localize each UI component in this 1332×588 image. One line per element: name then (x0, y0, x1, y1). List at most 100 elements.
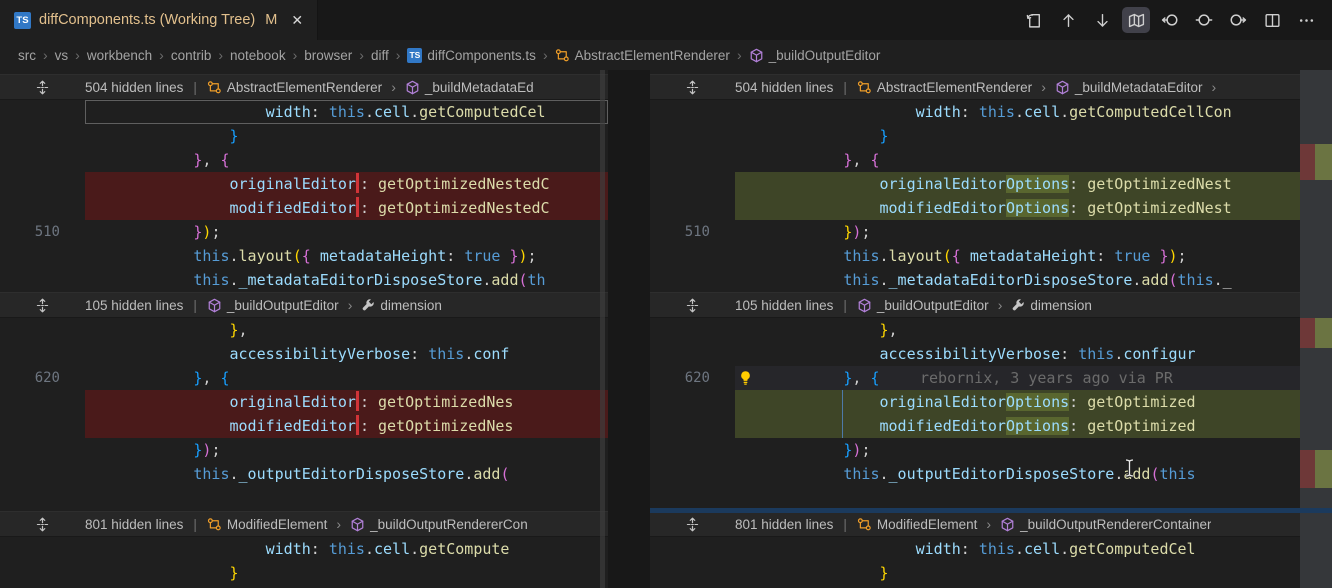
code-line[interactable]: }, { (650, 148, 1300, 172)
code-content[interactable]: accessibilityVerbose: this.configur (735, 342, 1300, 366)
code-line[interactable]: accessibilityVerbose: this.conf (0, 342, 608, 366)
code-line[interactable]: }); (0, 438, 608, 462)
symbol-path-item[interactable]: AbstractElementRenderer (857, 80, 1032, 95)
code-content[interactable]: }, { (735, 148, 1300, 172)
symbol-path-item[interactable]: ModifiedElement (207, 517, 328, 532)
symbol-path-item[interactable]: dimension (361, 298, 442, 313)
unfold-gutter[interactable] (650, 298, 735, 313)
hidden-lines-row[interactable]: 504 hidden lines|AbstractElementRenderer… (0, 74, 608, 100)
code-line[interactable]: this._metadataEditorDisposeStore.add(th (0, 268, 608, 292)
code-content[interactable]: this._metadataEditorDisposeStore.add(thi… (735, 268, 1300, 292)
code-content[interactable]: this.layout({ metadataHeight: true }); (85, 244, 608, 268)
unfold-gutter[interactable] (650, 80, 735, 95)
split-editor-button[interactable] (1258, 7, 1286, 33)
code-line[interactable]: } (0, 561, 608, 585)
hidden-lines-row[interactable]: 801 hidden lines|ModifiedElement›_buildO… (0, 511, 608, 537)
code-line[interactable]: modifiedEditorOptions: getOptimized (650, 414, 1300, 438)
unfold-gutter[interactable] (650, 517, 735, 532)
symbol-path-item[interactable]: AbstractElementRenderer (207, 80, 382, 95)
unfold-gutter[interactable] (0, 517, 85, 532)
hidden-lines-row[interactable]: 504 hidden lines|AbstractElementRenderer… (650, 74, 1300, 100)
code-line[interactable]: this.layout({ metadataHeight: true }); (0, 244, 608, 268)
code-line[interactable]: width: this.cell.getCompute (0, 537, 608, 561)
code-content[interactable]: this._outputEditorDisposeStore.add(this (735, 462, 1300, 486)
code-line[interactable]: 510 }); (650, 220, 1300, 244)
code-content[interactable]: this.layout({ metadataHeight: true }); (735, 244, 1300, 268)
close-icon[interactable]: ✕ (291, 12, 303, 29)
collapse-unchanged-regions-button[interactable] (1122, 7, 1150, 33)
arrow-circle-left-button[interactable] (1156, 7, 1184, 33)
code-content[interactable]: this._outputEditorDisposeStore.add( (85, 462, 608, 486)
code-line[interactable]: }, (0, 318, 608, 342)
symbol-path-item[interactable]: ModifiedElement (857, 517, 978, 532)
code-content[interactable]: }, {rebornix, 3 years ago via PR (735, 366, 1300, 390)
code-content[interactable]: modifiedEditor: getOptimizedNes (85, 414, 608, 438)
code-content[interactable]: }, (735, 318, 1300, 342)
code-content[interactable]: width: this.cell.getCompute (85, 537, 608, 561)
code-line[interactable]: } (650, 561, 1300, 585)
code-content[interactable]: }, { (85, 366, 608, 390)
code-line[interactable]: originalEditor: getOptimizedNestedC (0, 172, 608, 196)
unfold-gutter[interactable] (0, 298, 85, 313)
code-content[interactable]: accessibilityVerbose: this.conf (85, 342, 608, 366)
code-line[interactable]: 510 }); (0, 220, 608, 244)
code-line[interactable]: originalEditor: getOptimizedNes (0, 390, 608, 414)
symbol-path-item[interactable]: dimension (1011, 298, 1092, 313)
symbol-path-item[interactable]: _buildOutputRendererCon (350, 517, 528, 532)
code-content[interactable]: }, { (85, 148, 608, 172)
hidden-lines-row[interactable]: 801 hidden lines|ModifiedElement›_buildO… (650, 511, 1300, 537)
code-line[interactable]: accessibilityVerbose: this.configur (650, 342, 1300, 366)
code-line[interactable]: } (650, 124, 1300, 148)
code-content[interactable]: } (735, 561, 1300, 585)
tab-diffcomponents[interactable]: TS diffComponents.ts (Working Tree) M ✕ (0, 0, 318, 40)
code-content[interactable]: originalEditorOptions: getOptimizedNest (735, 172, 1300, 196)
code-content[interactable]: modifiedEditor: getOptimizedNestedC (85, 196, 608, 220)
hidden-lines-row[interactable]: 105 hidden lines|_buildOutputEditor›dime… (650, 292, 1300, 318)
code-line[interactable]: 620 }, { (0, 366, 608, 390)
code-line[interactable]: }, (650, 318, 1300, 342)
breadcrumb-item-src[interactable]: src (18, 48, 36, 63)
code-line[interactable]: width: this.cell.getComputedCellCon (650, 100, 1300, 124)
breadcrumb-item-abstractelementrenderer[interactable]: AbstractElementRenderer (555, 48, 730, 63)
code-line[interactable]: originalEditorOptions: getOptimized (650, 390, 1300, 414)
code-line[interactable]: this._metadataEditorDisposeStore.add(thi… (650, 268, 1300, 292)
breadcrumb-item-diffcomponents-ts[interactable]: TSdiffComponents.ts (407, 48, 536, 63)
symbol-path-item[interactable]: _buildOutputEditor (857, 298, 989, 313)
code-content[interactable]: this._metadataEditorDisposeStore.add(th (85, 268, 608, 292)
code-line[interactable]: width: this.cell.getComputedCel (0, 100, 608, 124)
code-line[interactable]: modifiedEditorOptions: getOptimizedNest (650, 196, 1300, 220)
code-content[interactable]: }); (735, 220, 1300, 244)
code-content[interactable]: }); (85, 438, 608, 462)
code-content[interactable]: originalEditor: getOptimizedNes (85, 390, 608, 414)
lightbulb-icon[interactable] (738, 369, 753, 390)
code-line[interactable]: modifiedEditor: getOptimizedNestedC (0, 196, 608, 220)
breadcrumb-item-diff[interactable]: diff (371, 48, 389, 63)
code-content[interactable]: originalEditor: getOptimizedNestedC (85, 172, 608, 196)
breadcrumb-item-workbench[interactable]: workbench (87, 48, 152, 63)
breadcrumb-item-notebook[interactable]: notebook (230, 48, 286, 63)
code-line[interactable]: 620 }, {rebornix, 3 years ago via PR (650, 366, 1300, 390)
record-button[interactable] (1190, 7, 1218, 33)
code-line[interactable]: }); (650, 438, 1300, 462)
code-content[interactable]: modifiedEditorOptions: getOptimizedNest (735, 196, 1300, 220)
code-content[interactable]: } (85, 124, 608, 148)
hidden-lines-row[interactable]: 105 hidden lines|_buildOutputEditor›dime… (0, 292, 608, 318)
more-actions-button[interactable] (1292, 7, 1320, 33)
symbol-path-item[interactable]: _buildOutputEditor (207, 298, 339, 313)
breadcrumb-item-browser[interactable]: browser (304, 48, 352, 63)
code-line[interactable]: modifiedEditor: getOptimizedNes (0, 414, 608, 438)
code-content[interactable]: width: this.cell.getComputedCel (85, 100, 608, 124)
code-content[interactable]: }, (85, 318, 608, 342)
code-line[interactable]: } (0, 124, 608, 148)
code-line[interactable]: }, { (0, 148, 608, 172)
code-line[interactable]: this.layout({ metadataHeight: true }); (650, 244, 1300, 268)
code-content[interactable]: modifiedEditorOptions: getOptimized (735, 414, 1300, 438)
symbol-path-item[interactable]: _buildMetadataEd (405, 80, 534, 95)
next-change-button[interactable] (1088, 7, 1116, 33)
breadcrumb-item-contrib[interactable]: contrib (171, 48, 212, 63)
previous-change-button[interactable] (1054, 7, 1082, 33)
arrow-circle-right-button[interactable] (1224, 7, 1252, 33)
code-content[interactable]: originalEditorOptions: getOptimized (735, 390, 1300, 414)
unfold-gutter[interactable] (0, 80, 85, 95)
code-content[interactable]: }); (735, 438, 1300, 462)
